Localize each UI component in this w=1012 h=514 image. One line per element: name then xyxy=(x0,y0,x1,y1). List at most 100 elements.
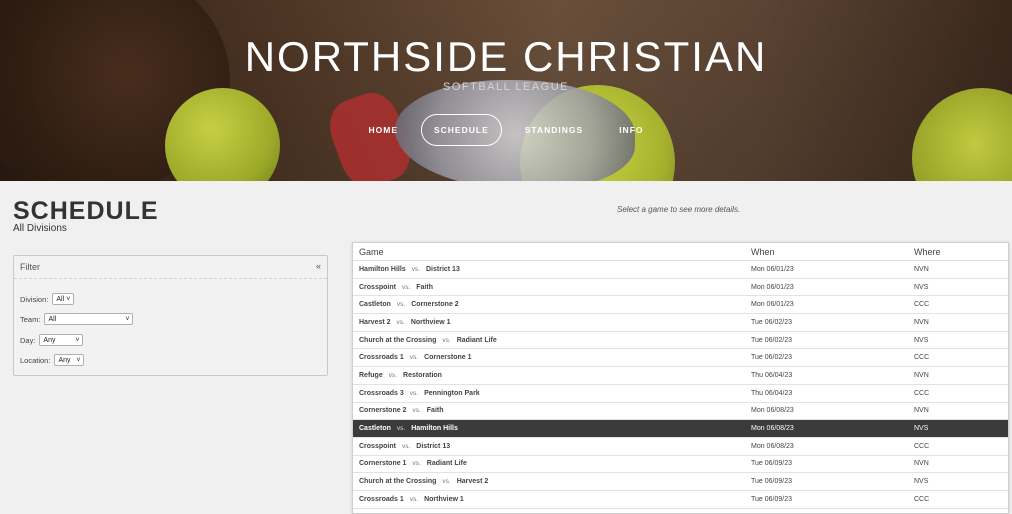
team-filter-row: Team: All ˅ xyxy=(20,313,134,325)
where-cell: CCC xyxy=(914,389,930,397)
table-row[interactable]: Church at the Crossing vs. Harvest 2 Tue 06… xyxy=(353,473,1008,491)
division-label: Division: xyxy=(20,294,49,304)
where-cell: NVN xyxy=(914,318,929,326)
where-cell: NVS xyxy=(914,336,929,344)
select-game-hint: Select a game to see more details. xyxy=(617,205,741,214)
game-cell: Church at the Crossing vs. Harvest 2 xyxy=(353,478,745,485)
day-label: Day: xyxy=(20,335,36,345)
home-team: Refuge xyxy=(359,371,383,379)
vs-label: vs. xyxy=(396,318,405,326)
filter-panel: Filter « Division: All ˅ Team: All ˅ Day: … xyxy=(13,255,328,376)
col-header-when[interactable]: When xyxy=(745,247,908,257)
team-select[interactable]: All ˅ xyxy=(44,313,134,325)
game-cell: Crossroads 3 vs. Pennington Park xyxy=(353,390,745,397)
home-team: Church at the Crossing xyxy=(359,336,437,344)
away-team: Faith xyxy=(416,283,433,291)
where-cell: NVN xyxy=(914,371,929,379)
nav-schedule[interactable]: SCHEDULE xyxy=(420,114,502,146)
away-team: Cornerstone 2 xyxy=(411,301,459,309)
vs-label: vs. xyxy=(409,354,419,362)
away-team: District 13 xyxy=(426,265,460,273)
where-cell: NVS xyxy=(914,425,929,433)
when-cell: Thu 06/04/23 xyxy=(751,371,793,379)
away-team: Hamilton Hills xyxy=(411,425,458,433)
where-cell: NVN xyxy=(914,460,929,468)
game-cell: Crosspoint vs. Faith xyxy=(353,284,745,291)
game-cell: Castleton vs. Hamilton Hills xyxy=(353,425,745,432)
game-cell: Church at the Crossing vs. Radiant Life xyxy=(353,337,745,344)
site-subtitle: SOFTBALL LEAGUE xyxy=(442,81,570,93)
day-select[interactable]: Any ˅ xyxy=(39,334,84,346)
location-filter-row: Location: Any ˅ xyxy=(20,354,85,366)
col-header-where[interactable]: Where xyxy=(908,247,1008,257)
home-team: Crosspoint xyxy=(359,283,396,291)
table-row[interactable]: Crossroads 3 vs. Pennington Park Thu 06/04/… xyxy=(353,385,1008,403)
filter-title: Filter xyxy=(20,262,40,272)
game-cell: Castleton vs. Cornerstone 2 xyxy=(353,301,745,308)
filter-header[interactable]: Filter « xyxy=(14,256,327,279)
vs-label: vs. xyxy=(409,389,419,397)
when-cell: Mon 06/01/23 xyxy=(751,301,794,309)
vs-label: vs. xyxy=(412,407,421,415)
away-team: Restoration xyxy=(403,371,442,379)
nav-standings[interactable]: STANDINGS xyxy=(512,114,596,146)
day-filter-row: Day: Any ˅ xyxy=(20,334,84,346)
vs-label: vs. xyxy=(442,478,451,486)
when-cell: Mon 06/08/23 xyxy=(751,442,794,450)
when-cell: Mon 06/01/23 xyxy=(751,283,794,291)
table-row[interactable]: Cornerstone 2 vs. Faith Mon 06/08/23 NVN xyxy=(353,403,1008,421)
when-cell: Tue 06/09/23 xyxy=(751,495,792,503)
chevron-down-icon: ˅ xyxy=(75,336,80,344)
chevron-down-icon: ˅ xyxy=(66,295,71,303)
where-cell: NVS xyxy=(914,283,929,291)
home-team: Church at the Crossing xyxy=(359,478,437,486)
schedule-table: Game When Where Hamilton Hills vs. Distric… xyxy=(352,242,1009,514)
vs-label: vs. xyxy=(412,460,421,468)
table-row[interactable]: Church at the Crossing vs. Radiant Life Tue… xyxy=(353,332,1008,350)
table-row[interactable]: Cornerstone 1 vs. Radiant Life Tue 06/09/23… xyxy=(353,456,1008,474)
nav-info[interactable]: INFO xyxy=(606,114,656,146)
table-row[interactable]: Refuge vs. Restoration Thu 06/04/23 NVN xyxy=(353,367,1008,385)
where-cell: NVN xyxy=(914,407,929,415)
away-team: Northview 1 xyxy=(410,318,451,326)
page-title: SCHEDULE xyxy=(13,197,159,225)
game-cell: Refuge vs. Restoration xyxy=(353,372,745,379)
where-cell: CCC xyxy=(914,301,930,309)
table-row[interactable]: Crosspoint vs. Faith Mon 06/01/23 NVS xyxy=(353,279,1008,297)
team-label: Team: xyxy=(20,314,41,324)
away-team: Radiant Life xyxy=(426,460,467,468)
table-row[interactable]: Hamilton Hills vs. District 13 Mon 06/01/23… xyxy=(353,261,1008,279)
location-label: Location: xyxy=(20,355,51,365)
game-cell: Crossroads 1 vs. Cornerstone 1 xyxy=(353,354,745,361)
chevron-down-icon: ˅ xyxy=(76,356,81,364)
table-row[interactable]: Castleton vs. Hamilton Hills Mon 06/08/23 NV… xyxy=(353,420,1008,438)
home-team: Castleton xyxy=(359,301,391,309)
vs-label: vs. xyxy=(401,283,411,291)
away-team: Faith xyxy=(426,407,444,415)
where-cell: NVS xyxy=(914,478,929,486)
division-select[interactable]: All ˅ xyxy=(52,293,75,305)
table-row[interactable]: Crosspoint vs. District 13 Mon 06/08/23 CCC xyxy=(353,438,1008,456)
hero-banner: NORTHSIDE CHRISTIAN SOFTBALL LEAGUE HOME… xyxy=(0,0,1012,181)
division-filter-row: Division: All ˅ xyxy=(20,293,75,305)
vs-label: vs. xyxy=(442,336,451,344)
vs-label: vs. xyxy=(388,371,398,379)
chevron-down-icon: ˅ xyxy=(125,315,130,323)
home-team: Crossroads 3 xyxy=(359,389,404,397)
game-cell: Crosspoint vs. District 13 xyxy=(353,443,745,450)
away-team: Radiant Life xyxy=(456,336,497,344)
location-select[interactable]: Any ˅ xyxy=(54,354,85,366)
vs-label: vs. xyxy=(396,425,406,433)
when-cell: Mon 06/01/23 xyxy=(751,265,794,273)
table-row[interactable]: Crossroads 1 vs. Cornerstone 1 Tue 06/02/23… xyxy=(353,349,1008,368)
away-team: Harvest 2 xyxy=(456,478,489,486)
table-row[interactable]: Castleton vs. Cornerstone 2 Mon 06/01/23 CCC xyxy=(353,296,1008,315)
vs-label: vs. xyxy=(409,495,419,503)
col-header-game[interactable]: Game xyxy=(353,247,745,257)
vs-label: vs. xyxy=(411,265,420,273)
away-team: Pennington Park xyxy=(424,389,480,397)
nav-home[interactable]: HOME xyxy=(355,114,411,146)
game-cell: Cornerstone 1 vs. Radiant Life xyxy=(353,460,745,467)
collapse-icon[interactable]: « xyxy=(316,261,321,271)
table-row[interactable]: Harvest 2 vs. Northview 1 Tue 06/02/23 NVN xyxy=(353,314,1008,332)
